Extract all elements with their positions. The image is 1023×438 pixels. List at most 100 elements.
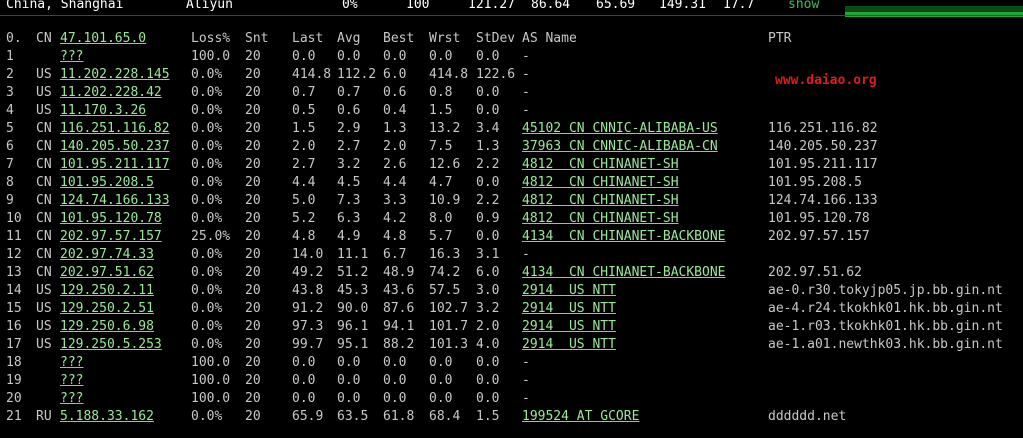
last-value: 43.8	[292, 283, 324, 298]
host-link[interactable]: ???	[60, 354, 83, 372]
asname-link[interactable]: 2914 US NTT	[522, 282, 616, 300]
stdev-value: 3.4	[476, 121, 500, 136]
asname-link[interactable]: 37963 CN CNNIC-ALIBABA-CN	[522, 138, 718, 156]
asname-link[interactable]: 2914 US NTT	[522, 300, 616, 318]
host-link[interactable]: 202.97.74.33	[60, 246, 154, 264]
country-code: CN	[36, 139, 52, 154]
wrst-value: 414.8	[429, 67, 469, 82]
last-value: 65.9	[292, 409, 324, 424]
country-code: CN	[36, 31, 52, 46]
table-row[interactable]: 11 CN 202.97.57.157 25.0% 20 4.8 4.9 4.8 5.7 0.0 4…	[0, 228, 1023, 246]
host-link[interactable]: 101.95.211.117	[60, 156, 170, 174]
table-row[interactable]: 17 US 129.250.5.253 0.0% 20 99.7 95.1 88.2 101.3…	[0, 336, 1023, 354]
stdev-value: 2.2	[476, 157, 500, 172]
hop-index: 17	[6, 337, 22, 352]
avg-value: 4.9	[337, 229, 361, 244]
host-link[interactable]: ???	[60, 390, 83, 408]
best-value: 87.6	[383, 301, 415, 316]
hop-index: 9	[6, 193, 14, 208]
table-row[interactable]: 12 CN 202.97.74.33 0.0% 20 14.0 11.1 6.7 16.3 3.1…	[0, 246, 1023, 264]
best-value: 6.7	[383, 247, 407, 262]
asname-link[interactable]: 4134 CN CHINANET-BACKBONE	[522, 228, 726, 246]
host-link[interactable]: 11.170.3.26	[60, 102, 146, 120]
stdev-value: 0.0	[476, 85, 500, 100]
table-row[interactable]: 14 US 129.250.2.11 0.0% 20 43.8 45.3 43.6 57.5 3.…	[0, 282, 1023, 300]
table-row[interactable]: 5 CN 116.251.116.82 0.0% 20 1.5 2.9 1.3 13.2 3.4 4…	[0, 120, 1023, 138]
host-link[interactable]: 101.95.208.5	[60, 174, 154, 192]
host-link[interactable]: 129.250.2.51	[60, 300, 154, 318]
col-ptr: PTR	[768, 31, 792, 46]
table-row[interactable]: 13 CN 202.97.51.62 0.0% 20 49.2 51.2 48.9 74.2 6.…	[0, 264, 1023, 282]
stdev-value: 3.0	[476, 283, 500, 298]
best-value: 48.9	[383, 265, 415, 280]
table-row[interactable]: 19??? 100.0 20 0.0 0.0 0.0 0.0 0.0 -	[0, 372, 1023, 390]
wrst-value: 1.5	[429, 103, 453, 118]
avg-value: 4.5	[337, 175, 361, 190]
table-row[interactable]: 9 CN 124.74.166.133 0.0% 20 5.0 7.3 3.3 10.9 2.2 4…	[0, 192, 1023, 210]
host-link[interactable]: 116.251.116.82	[60, 120, 170, 138]
table-row[interactable]: 8 CN 101.95.208.5 0.0% 20 4.4 4.5 4.4 4.7 0.0 4812…	[0, 174, 1023, 192]
hop-index: 13	[6, 265, 22, 280]
asname-link[interactable]: 4812 CN CHINANET-SH	[522, 192, 679, 210]
loss-value: 0.0%	[191, 409, 223, 424]
host-link[interactable]: 5.188.33.162	[60, 408, 154, 426]
hop-index: 19	[6, 373, 22, 388]
ptr-value: 101.95.211.117	[768, 157, 878, 172]
asname-link[interactable]: 4134 CN CHINANET-BACKBONE	[522, 264, 726, 282]
asname-link: -	[522, 247, 530, 262]
stdev-value: 0.0	[476, 175, 500, 190]
table-row[interactable]: 20??? 100.0 20 0.0 0.0 0.0 0.0 0.0 -	[0, 390, 1023, 408]
table-row[interactable]: 18??? 100.0 20 0.0 0.0 0.0 0.0 0.0 -	[0, 354, 1023, 372]
wrst-value: 57.5	[429, 283, 461, 298]
host-link[interactable]: 129.250.2.11	[60, 282, 154, 300]
host-link[interactable]: 129.250.5.253	[60, 336, 162, 354]
wrst-value: 4.7	[429, 175, 453, 190]
asname-link[interactable]: 199524 AT GCORE	[522, 408, 639, 426]
host-link[interactable]: 202.97.57.157	[60, 228, 162, 246]
asname-link[interactable]: 2914 US NTT	[522, 336, 616, 354]
loss-value: 0.0%	[191, 121, 223, 136]
table-row[interactable]: 21 RU 5.188.33.162 0.0% 20 65.9 63.5 61.8 68.4 1.…	[0, 408, 1023, 426]
summary-avg: 86.64	[531, 0, 571, 12]
source-host-link[interactable]: 47.101.65.0	[60, 30, 146, 48]
ptr-value: 116.251.116.82	[768, 121, 878, 136]
host-link[interactable]: ???	[60, 372, 83, 390]
loss-value: 100.0	[191, 391, 231, 406]
host-link[interactable]: 101.95.120.78	[60, 210, 162, 228]
table-row[interactable]: 10 CN 101.95.120.78 0.0% 20 5.2 6.3 4.2 8.0 0.9 48…	[0, 210, 1023, 228]
wrst-value: 12.6	[429, 157, 461, 172]
table-row[interactable]: 1??? 100.0 20 0.0 0.0 0.0 0.0 0.0 -	[0, 48, 1023, 66]
last-value: 0.0	[292, 355, 316, 370]
avg-value: 90.0	[337, 301, 369, 316]
avg-value: 95.1	[337, 337, 369, 352]
asname-link[interactable]: 4812 CN CHINANET-SH	[522, 174, 679, 192]
asname-link[interactable]: 4812 CN CHINANET-SH	[522, 210, 679, 228]
host-link[interactable]: 129.250.6.98	[60, 318, 154, 336]
host-link[interactable]: 11.202.228.42	[60, 84, 162, 102]
show-link[interactable]: show	[788, 0, 819, 11]
table-row[interactable]: 6 CN 140.205.50.237 0.0% 20 2.0 2.7 2.0 7.5 1.3 37…	[0, 138, 1023, 156]
host-link[interactable]: 124.74.166.133	[60, 192, 170, 210]
avg-value: 3.2	[337, 157, 361, 172]
country-code: CN	[36, 193, 52, 208]
host-link[interactable]: 11.202.228.145	[60, 66, 170, 84]
table-row[interactable]: 15 US 129.250.2.51 0.0% 20 91.2 90.0 87.6 102.7 3…	[0, 300, 1023, 318]
asname-link[interactable]: 2914 US NTT	[522, 318, 616, 336]
table-row[interactable]: 4 US 11.170.3.26 0.0% 20 0.5 0.6 0.4 1.5 0.0 -	[0, 102, 1023, 120]
wrst-value: 102.7	[429, 301, 469, 316]
stdev-value: 3.2	[476, 301, 500, 316]
avg-value: 0.7	[337, 85, 361, 100]
host-link[interactable]: 140.205.50.237	[60, 138, 170, 156]
table-row[interactable]: 7 CN 101.95.211.117 0.0% 20 2.7 3.2 2.6 12.6 2.2 4…	[0, 156, 1023, 174]
hop-index: 3	[6, 85, 14, 100]
host-link[interactable]: ???	[60, 48, 83, 66]
avg-value: 63.5	[337, 409, 369, 424]
ptr-value: 202.97.51.62	[768, 265, 862, 280]
table-row[interactable]: 16 US 129.250.6.98 0.0% 20 97.3 96.1 94.1 101.7 2…	[0, 318, 1023, 336]
asname-link[interactable]: 45102 CN CNNIC-ALIBABA-US	[522, 120, 718, 138]
last-value: 5.2	[292, 211, 316, 226]
hop-index: 0.	[6, 31, 22, 46]
asname-link[interactable]: 4812 CN CHINANET-SH	[522, 156, 679, 174]
host-link[interactable]: 202.97.51.62	[60, 264, 154, 282]
last-value: 414.8	[292, 67, 332, 82]
